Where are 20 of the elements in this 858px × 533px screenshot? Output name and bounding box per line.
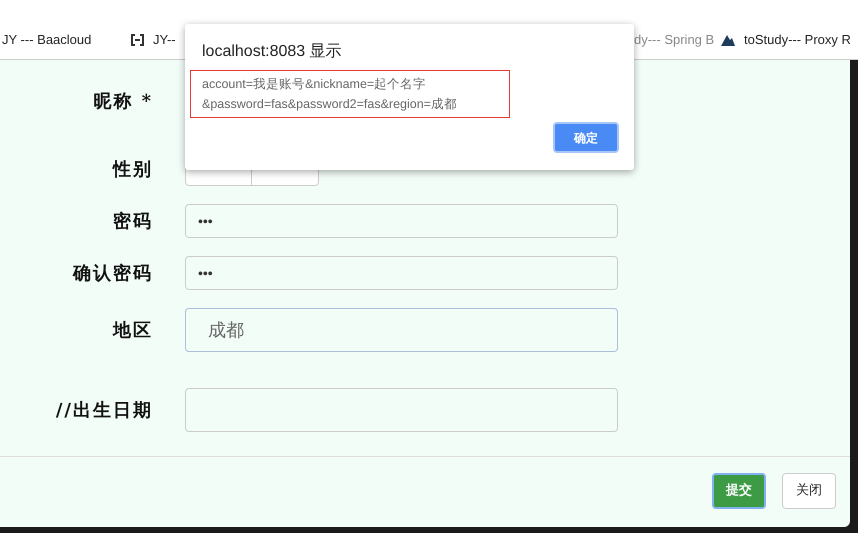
bracket-icon — [130, 34, 145, 46]
bookmark-link[interactable]: dy--- Spring B — [634, 30, 714, 50]
bookmark-link[interactable]: JY-- — [153, 30, 176, 50]
dialog-message: account=我是账号&nickname=起个名字 &password=fas&password2=fas&region=成都 — [190, 70, 510, 118]
password-field[interactable]: ••• — [185, 256, 618, 290]
bookmark-link[interactable]: JY --- Baacloud — [2, 30, 92, 50]
field-label: 性别 — [111, 158, 154, 182]
field-label: 确认密码 — [72, 262, 154, 286]
bookmark-link[interactable]: toStudy--- Proxy R — [744, 30, 851, 50]
date-field[interactable] — [185, 388, 618, 432]
field-label: 昵称 * — [92, 90, 154, 114]
submit-button[interactable]: 提交 — [712, 473, 766, 509]
region-field[interactable]: 成都 — [185, 308, 618, 352]
password-field[interactable]: ••• — [185, 204, 618, 238]
dialog-title: localhost:8083 显示 — [202, 42, 343, 62]
close-button[interactable]: 关闭 — [782, 473, 836, 509]
field-label: 密码 — [112, 210, 154, 234]
field-label: //出生日期 — [54, 398, 154, 422]
mountain-icon — [720, 32, 736, 46]
field-label: 地区 — [112, 318, 154, 342]
